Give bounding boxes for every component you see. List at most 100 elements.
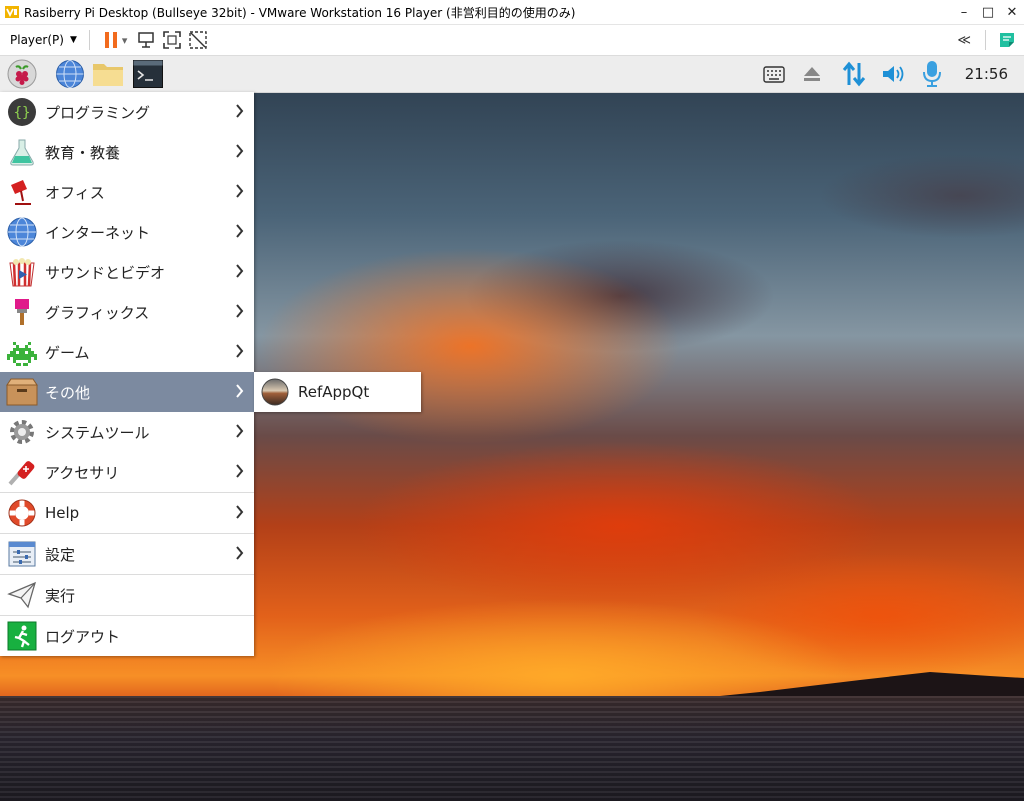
chevron-right-icon xyxy=(236,344,244,358)
internet-icon xyxy=(6,216,38,248)
menu-item-education[interactable]: 教育・教養 xyxy=(0,132,254,172)
taskbar-panel: 21:56 xyxy=(0,56,1024,93)
menu-item-label: インターネット xyxy=(45,223,151,242)
submenu-other: RefAppQt xyxy=(254,372,421,412)
pause-dropdown-icon[interactable]: ▾ xyxy=(122,34,128,47)
terminal-icon xyxy=(133,60,163,88)
file-manager-button[interactable] xyxy=(92,58,124,90)
chevron-right-icon xyxy=(236,144,244,158)
svg-text:{}: {} xyxy=(14,105,31,121)
menu-item-label: その他 xyxy=(45,383,91,402)
vmware-logo-icon xyxy=(5,6,19,18)
menu-item-sound-video[interactable]: サウンドとビデオ xyxy=(0,252,254,292)
menu-item-office[interactable]: オフィス xyxy=(0,172,254,212)
eject-button[interactable] xyxy=(796,58,828,90)
programming-icon: {} xyxy=(6,96,38,128)
keyboard-icon xyxy=(763,66,785,83)
eject-icon xyxy=(804,67,820,81)
submenu-item-label: RefAppQt xyxy=(298,383,370,401)
chevron-right-icon xyxy=(236,464,244,478)
pause-icon xyxy=(104,32,117,48)
send-ctrl-alt-del-button[interactable] xyxy=(133,27,159,53)
menu-item-label: グラフィックス xyxy=(45,303,150,322)
fullscreen-icon xyxy=(163,31,182,49)
menu-item-label: ログアウト xyxy=(45,627,121,646)
menu-item-label: サウンドとビデオ xyxy=(45,263,166,282)
menu-item-games[interactable]: ゲーム xyxy=(0,332,254,372)
settings-icon xyxy=(6,538,38,570)
minimize-button[interactable]: – xyxy=(952,0,976,24)
panel-clock[interactable]: 21:56 xyxy=(965,56,1008,92)
help-icon xyxy=(6,497,38,529)
chevron-right-icon xyxy=(236,424,244,438)
volume-icon xyxy=(883,66,904,82)
send-ctrl-alt-del-icon xyxy=(138,32,155,48)
education-icon xyxy=(6,136,38,168)
chevron-right-icon xyxy=(236,104,244,118)
refappqt-icon xyxy=(261,378,289,406)
other-icon xyxy=(6,376,38,408)
graphics-icon xyxy=(6,296,38,328)
chevron-right-icon xyxy=(236,384,244,398)
menu-item-settings[interactable]: 設定 xyxy=(0,534,254,574)
menu-item-help[interactable]: Help xyxy=(0,493,254,533)
network-icon xyxy=(842,61,866,87)
chevron-right-icon xyxy=(236,546,244,560)
menu-item-label: 実行 xyxy=(45,586,76,605)
chevron-right-icon xyxy=(236,505,244,519)
toolbar-divider-right xyxy=(985,30,986,50)
menu-item-label: ゲーム xyxy=(45,343,90,362)
maximize-button[interactable]: □ xyxy=(976,0,1000,24)
sound-video-icon xyxy=(6,256,38,288)
menu-item-accessories[interactable]: アクセサリ xyxy=(0,452,254,492)
menu-item-internet[interactable]: インターネット xyxy=(0,212,254,252)
office-icon xyxy=(6,176,38,208)
menu-item-graphics[interactable]: グラフィックス xyxy=(0,292,254,332)
microphone-button[interactable] xyxy=(916,58,948,90)
close-button[interactable]: ✕ xyxy=(1000,0,1024,24)
raspberry-menu-button[interactable] xyxy=(6,58,38,90)
menu-item-label: システムツール xyxy=(45,423,150,442)
chevron-right-icon xyxy=(236,224,244,238)
player-menu-button[interactable]: Player(P) ▼ xyxy=(6,29,81,51)
menu-item-run[interactable]: 実行 xyxy=(0,575,254,615)
notes-button[interactable] xyxy=(994,27,1020,53)
system-tools-icon xyxy=(6,416,38,448)
menu-item-label: オフィス xyxy=(45,183,105,202)
unity-button[interactable] xyxy=(185,27,211,53)
menu-item-label: アクセサリ xyxy=(45,463,120,482)
menu-item-programming[interactable]: {} プログラミング xyxy=(0,92,254,132)
lake-water xyxy=(0,696,1024,801)
menu-item-other[interactable]: その他 xyxy=(0,372,254,412)
run-icon xyxy=(6,579,38,611)
volume-button[interactable] xyxy=(878,58,910,90)
chevron-right-icon xyxy=(236,264,244,278)
games-icon xyxy=(6,336,38,368)
toolbar-divider xyxy=(88,30,90,50)
menu-item-system-tools[interactable]: システムツール xyxy=(0,412,254,452)
logout-icon xyxy=(6,620,38,652)
keyboard-layout-button[interactable] xyxy=(758,58,790,90)
menu-item-logout[interactable]: ログアウト xyxy=(0,616,254,656)
vmware-title-bar: Rasiberry Pi Desktop (Bullseye 32bit) - … xyxy=(0,0,1024,25)
microphone-icon xyxy=(923,61,941,87)
fullscreen-button[interactable] xyxy=(159,27,185,53)
menu-item-label: 設定 xyxy=(45,545,76,564)
raspberry-menu-icon xyxy=(7,59,37,89)
chevron-down-icon: ▼ xyxy=(69,35,77,45)
collapse-toolbar-button[interactable]: ≪ xyxy=(957,33,971,48)
file-manager-icon xyxy=(93,64,123,86)
window-title: Rasiberry Pi Desktop (Bullseye 32bit) - … xyxy=(24,5,576,20)
menu-item-label: 教育・教養 xyxy=(45,143,121,162)
accessories-icon xyxy=(6,456,38,488)
chevron-right-icon xyxy=(236,304,244,318)
player-menu-label: Player(P) xyxy=(10,33,64,47)
web-browser-button[interactable] xyxy=(54,58,86,90)
menu-item-label: Help xyxy=(45,504,80,522)
menu-item-label: プログラミング xyxy=(45,103,151,122)
network-button[interactable] xyxy=(838,58,870,90)
terminal-button[interactable] xyxy=(132,58,164,90)
submenu-item-refappqt[interactable]: RefAppQt xyxy=(254,372,421,412)
vmware-toolbar: Player(P) ▼ ▾ ≪ xyxy=(0,25,1024,56)
pause-button[interactable] xyxy=(98,27,124,53)
